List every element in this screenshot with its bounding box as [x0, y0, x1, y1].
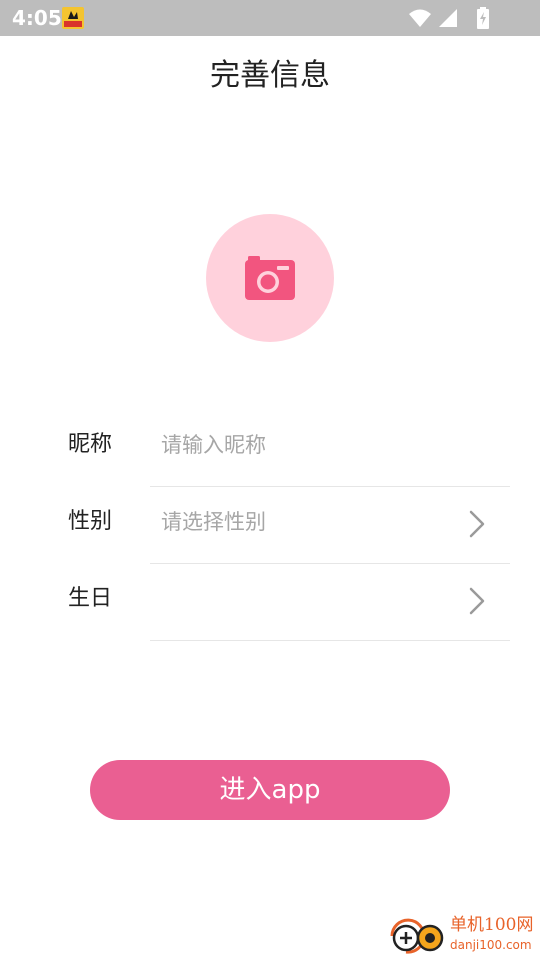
nickname-row: 昵称: [0, 410, 540, 487]
gender-row[interactable]: 性别 请选择性别: [0, 487, 540, 564]
watermark: 单机100网 danji100.com: [386, 914, 536, 958]
cell-signal-icon: [439, 9, 457, 27]
camera-icon: [245, 256, 295, 300]
watermark-name: 单机100网: [450, 915, 534, 935]
status-time: 4:05: [12, 6, 62, 30]
gender-label: 性别: [68, 509, 113, 534]
gender-select[interactable]: 请选择性别: [150, 487, 510, 564]
status-bar: 4:05: [0, 0, 540, 36]
app-notification-icon: [62, 7, 84, 29]
chevron-right-icon: [469, 587, 485, 615]
nickname-input[interactable]: [161, 428, 451, 462]
watermark-logo-icon: [390, 918, 444, 954]
gender-placeholder: 请选择性别: [161, 510, 266, 534]
birthday-label: 生日: [68, 586, 113, 611]
birthday-select[interactable]: [150, 564, 510, 641]
avatar-upload-button[interactable]: [206, 214, 334, 342]
chevron-right-icon: [469, 510, 485, 538]
wifi-icon: [409, 9, 431, 27]
nickname-label: 昵称: [68, 432, 113, 457]
page-title: 完善信息: [210, 58, 330, 93]
birthday-row[interactable]: 生日: [0, 564, 540, 641]
enter-app-button[interactable]: 进入app: [90, 760, 450, 820]
battery-icon: [477, 7, 489, 29]
watermark-url: danji100.com: [450, 938, 532, 952]
nickname-field: [150, 410, 510, 487]
